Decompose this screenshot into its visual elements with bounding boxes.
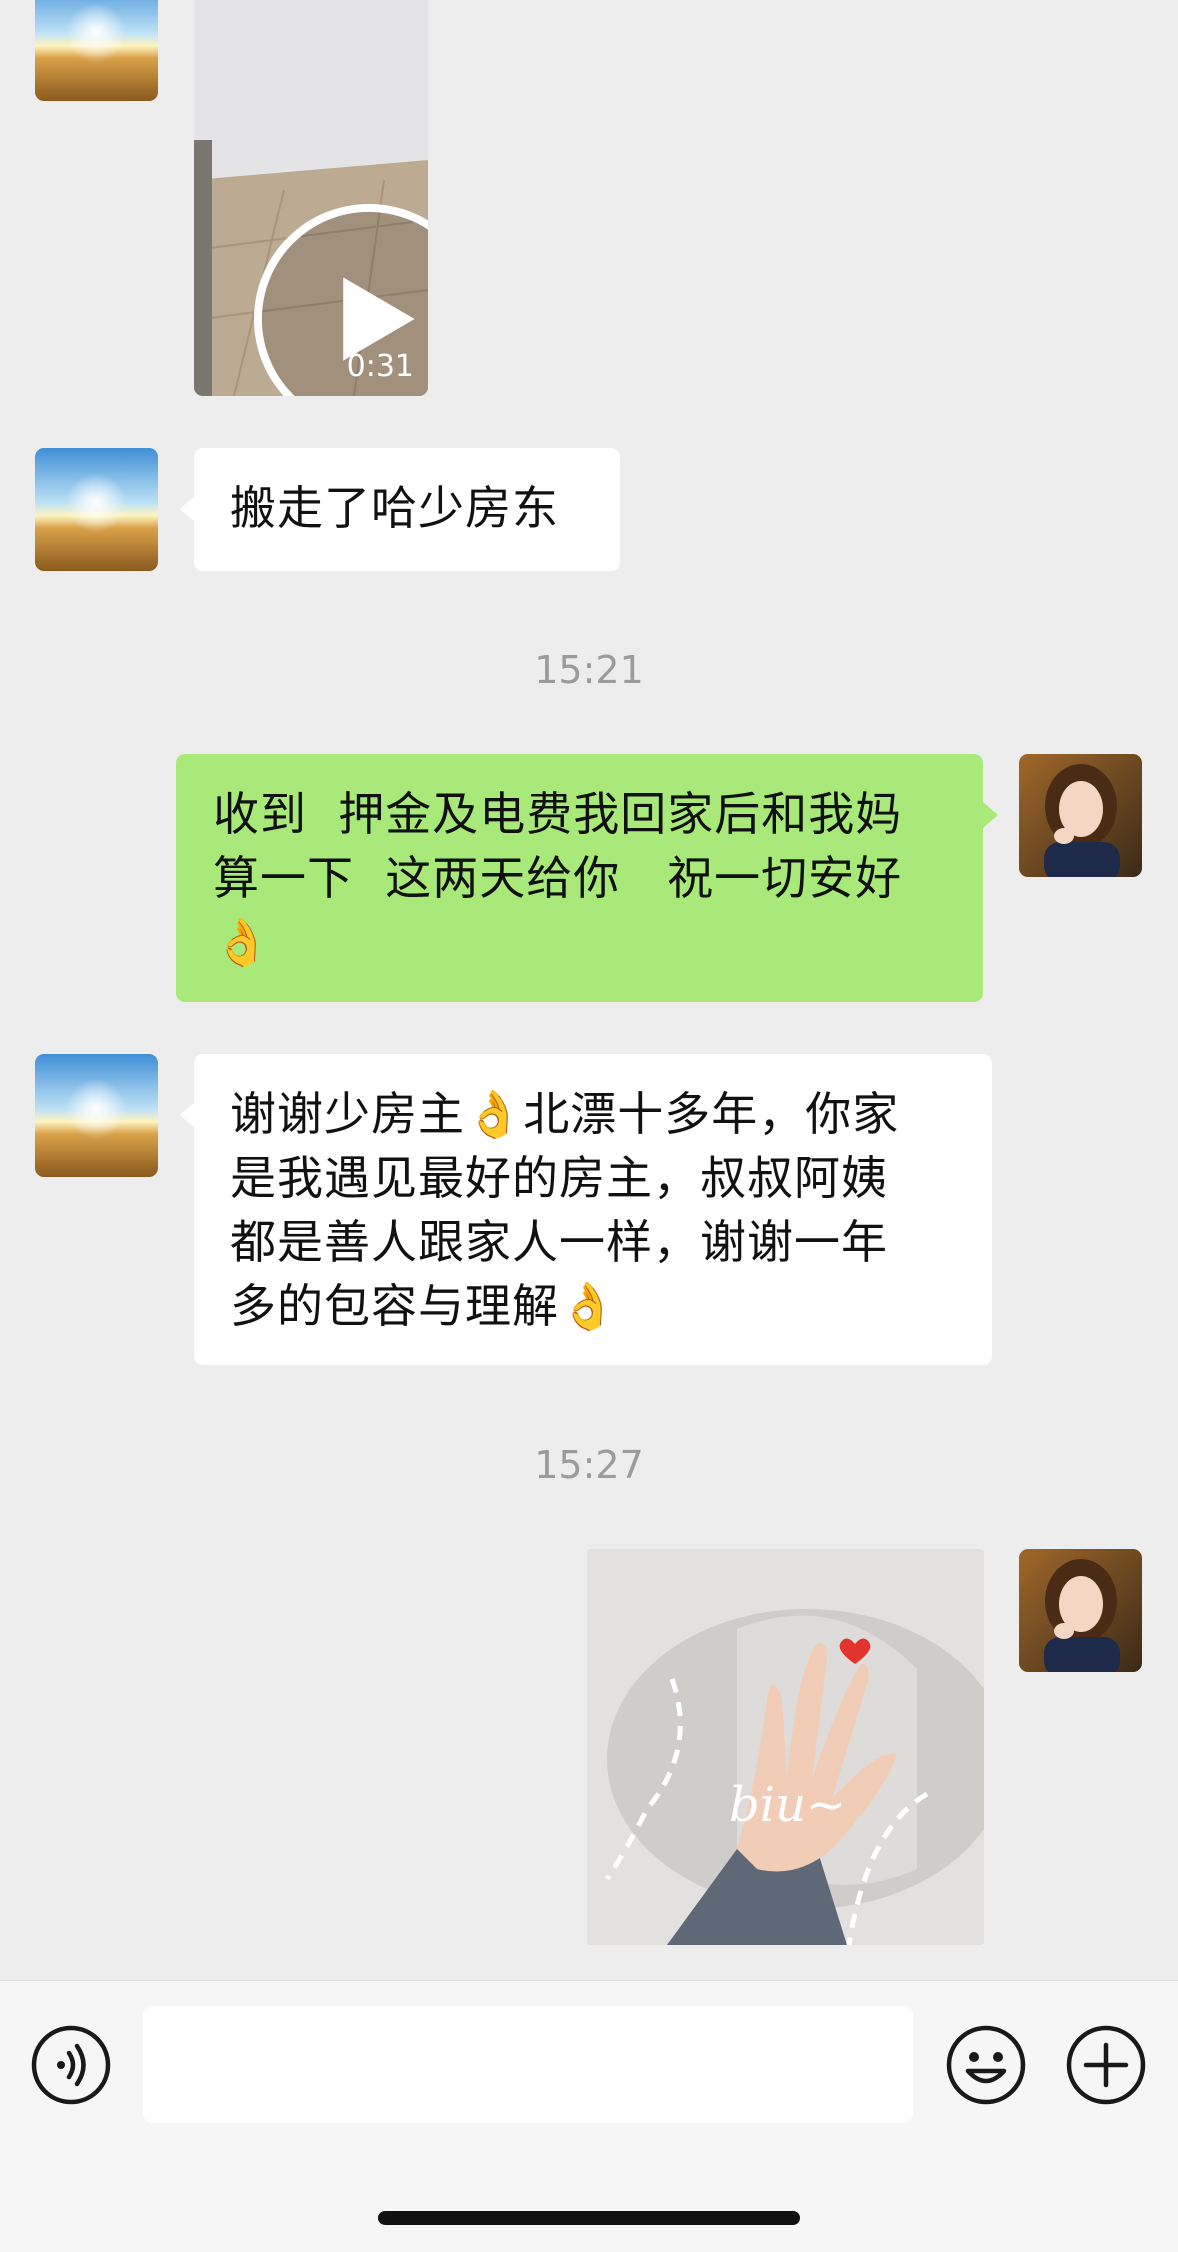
voice-icon[interactable] xyxy=(31,2025,111,2105)
friend-avatar[interactable] xyxy=(35,448,158,571)
my-avatar[interactable] xyxy=(1019,754,1142,877)
message-bubble-received[interactable]: 搬走了哈少房东 xyxy=(194,448,620,571)
friend-avatar[interactable] xyxy=(35,0,158,101)
emoji-icon[interactable] xyxy=(946,2025,1026,2105)
message-bubble-received[interactable]: 谢谢少房主👌北漂十多年，你家 是我遇见最好的房主，叔叔阿姨 都是善人跟家人一样，… xyxy=(194,1054,992,1365)
timestamp: 15:27 xyxy=(534,1443,644,1487)
video-duration: 0:31 xyxy=(346,349,414,384)
friend-avatar[interactable] xyxy=(35,1054,158,1177)
bubble-tail xyxy=(180,1102,195,1128)
home-indicator[interactable] xyxy=(378,2211,800,2225)
bubble-tail xyxy=(180,496,195,522)
sticker-image xyxy=(587,1549,984,1945)
image-message[interactable]: biu~ xyxy=(587,1549,984,1945)
message-bubble-sent[interactable]: 收到 押金及电费我回家后和我妈 算一下 这两天给你 祝一切安好 👌 xyxy=(176,754,983,1002)
timestamp: 15:21 xyxy=(534,648,644,692)
sticker-caption: biu~ xyxy=(729,1777,847,1833)
message-input[interactable] xyxy=(143,2006,913,2123)
my-avatar[interactable] xyxy=(1019,1549,1142,1672)
plus-icon[interactable] xyxy=(1066,2025,1146,2105)
bubble-tail xyxy=(983,802,998,828)
video-message[interactable]: 0:31 xyxy=(194,0,428,396)
